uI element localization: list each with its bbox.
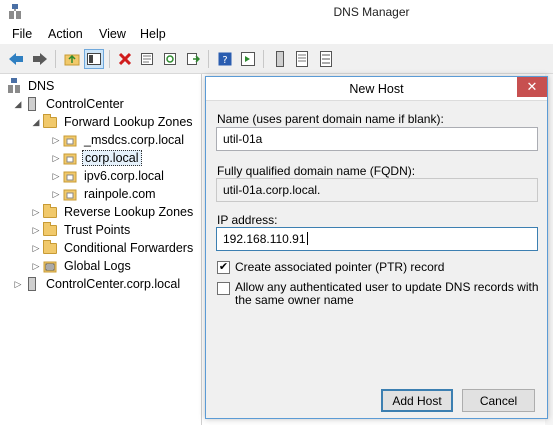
- expand-arrow-icon[interactable]: ▷: [30, 243, 42, 254]
- expand-arrow-icon[interactable]: ▷: [30, 225, 42, 236]
- tree-item-corp-local[interactable]: ▷ corp.local: [50, 149, 142, 167]
- tree-item-ipv6-corp-local[interactable]: ▷ ipv6.corp.local: [50, 167, 166, 185]
- ptr-checkbox-row[interactable]: ✔ Create associated pointer (PTR) record: [217, 260, 444, 274]
- server-toolbar-icon[interactable]: [270, 49, 290, 69]
- name-field[interactable]: util-01a: [216, 127, 538, 151]
- zone-icon: [62, 150, 78, 166]
- tree-item-rainpole-com[interactable]: ▷ rainpole.com: [50, 185, 158, 203]
- folder-icon: [42, 239, 58, 256]
- properties-icon[interactable]: [137, 49, 157, 69]
- menu-action[interactable]: Action: [44, 26, 87, 42]
- zone-icon: [62, 168, 78, 184]
- expand-arrow-icon[interactable]: ▷: [50, 153, 62, 164]
- zone-icon: [62, 186, 78, 202]
- text-caret: [306, 232, 308, 245]
- cancel-button[interactable]: Cancel: [462, 389, 535, 412]
- close-icon[interactable]: ✕: [517, 77, 547, 97]
- menu-bar: File Action View Help: [0, 24, 553, 44]
- dialog-titlebar: New Host ✕: [206, 77, 547, 101]
- delete-icon[interactable]: [115, 49, 135, 69]
- tree-item-controlcenter[interactable]: ◢ ControlCenter: [12, 95, 126, 113]
- ptr-checkbox[interactable]: ✔: [217, 261, 230, 274]
- expand-arrow-icon[interactable]: ▷: [50, 135, 62, 146]
- ip-address-field[interactable]: 192.168.110.91: [216, 227, 538, 251]
- allow-update-checkbox-row[interactable]: Allow any authenticated user to update D…: [217, 281, 539, 307]
- tree-item-global-logs[interactable]: ▷ Global Logs: [30, 257, 133, 275]
- expand-arrow-icon[interactable]: ▷: [30, 261, 42, 272]
- dialog-title: New Host: [349, 82, 404, 96]
- expand-arrow-icon[interactable]: ▷: [50, 189, 62, 200]
- action-pane-icon[interactable]: [238, 49, 258, 69]
- allow-update-checkbox[interactable]: [217, 282, 230, 295]
- expand-arrow-icon[interactable]: ▷: [30, 207, 42, 218]
- ip-address-label: IP address:: [217, 213, 278, 227]
- dns-icon: [6, 78, 22, 94]
- collapse-arrow-icon[interactable]: ◢: [30, 117, 42, 128]
- expand-arrow-icon[interactable]: ▷: [12, 279, 24, 290]
- zone-icon: [62, 132, 78, 148]
- tree-item-msdcs[interactable]: ▷ _msdcs.corp.local: [50, 131, 186, 149]
- new-host-dialog: New Host ✕ Name (uses parent domain name…: [205, 76, 548, 419]
- tree-item-dns[interactable]: DNS: [6, 77, 56, 95]
- menu-help[interactable]: Help: [136, 26, 170, 42]
- name-label: Name (uses parent domain name if blank):: [217, 112, 444, 126]
- ptr-checkbox-label: Create associated pointer (PTR) record: [235, 260, 445, 274]
- fqdn-label: Fully qualified domain name (FQDN):: [217, 164, 416, 178]
- folder-icon: [42, 221, 58, 238]
- tree-item-forward-lookup-zones[interactable]: ◢ Forward Lookup Zones: [30, 113, 195, 131]
- records-icon[interactable]: [316, 49, 336, 69]
- svg-text:?: ?: [222, 55, 227, 66]
- tree-item-reverse-lookup-zones[interactable]: ▷ Reverse Lookup Zones: [30, 203, 195, 221]
- expand-arrow-icon[interactable]: ▷: [50, 171, 62, 182]
- server-icon: [24, 276, 40, 292]
- console-tree: DNS ◢ ControlCenter ◢ Forward Lookup Zon…: [4, 74, 202, 425]
- folder-icon: [42, 203, 58, 220]
- allow-update-checkbox-label: Allow any authenticated user to update D…: [235, 280, 539, 307]
- logs-icon: [42, 258, 58, 274]
- fqdn-field: util-01a.corp.local.: [216, 178, 538, 202]
- help-icon[interactable]: ?: [215, 49, 235, 69]
- add-host-button[interactable]: Add Host: [381, 389, 453, 412]
- forward-icon[interactable]: [30, 49, 50, 69]
- back-icon[interactable]: [6, 49, 26, 69]
- refresh-icon[interactable]: [160, 49, 180, 69]
- folder-icon: [42, 113, 58, 130]
- window-title: DNS Manager: [333, 5, 410, 19]
- server-icon: [24, 96, 40, 112]
- menu-file[interactable]: File: [8, 26, 36, 42]
- export-list-icon[interactable]: [183, 49, 203, 69]
- menu-view[interactable]: View: [95, 26, 130, 42]
- tree-item-trust-points[interactable]: ▷ Trust Points: [30, 221, 132, 239]
- show-hide-console-tree-icon[interactable]: [84, 49, 104, 69]
- tree-item-conditional-forwarders[interactable]: ▷ Conditional Forwarders: [30, 239, 195, 257]
- tree-item-controlcenter-corp-local[interactable]: ▷ ControlCenter.corp.local: [12, 275, 182, 293]
- window-titlebar: DNS Manager: [0, 0, 553, 24]
- collapse-arrow-icon[interactable]: ◢: [12, 99, 24, 110]
- up-folder-icon[interactable]: [62, 49, 82, 69]
- zone-list-icon[interactable]: [292, 49, 312, 69]
- toolbar: ?: [0, 44, 553, 74]
